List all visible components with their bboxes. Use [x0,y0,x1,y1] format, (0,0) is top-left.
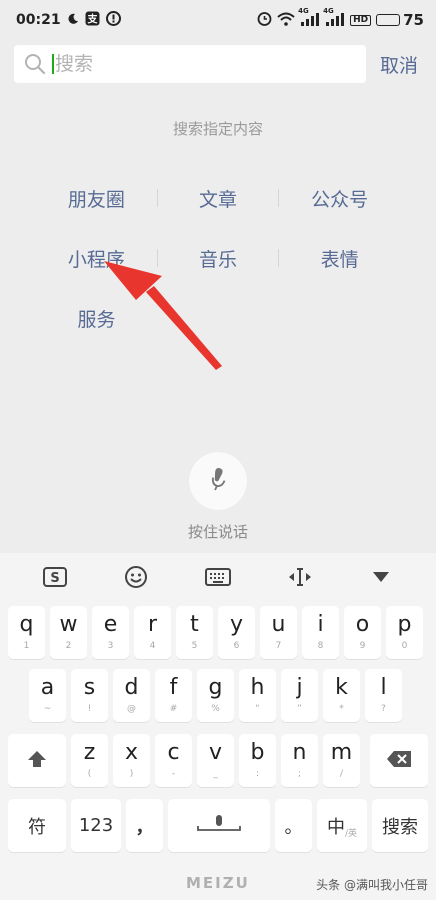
wifi-icon [277,12,295,29]
key[interactable]: z( [71,734,108,787]
search-input[interactable] [55,53,335,75]
signal-icon: 4G [298,7,320,29]
search-scope-title: 搜索指定内容 [172,120,263,138]
key[interactable]: x) [113,734,150,787]
signal-icon: 4G [323,7,345,29]
lang-main-label: 中 [326,816,345,838]
key[interactable]: a ~ [29,669,66,722]
category-row: 服务 [36,288,400,348]
battery-icon: 75 [376,11,424,29]
emoji-icon[interactable] [116,557,156,597]
bottom-bar: MEIZU 头条 @满叫我小任哥 [0,866,436,900]
category-official-accounts[interactable]: 公众号 [279,185,400,212]
shift-key[interactable] [8,734,66,787]
key[interactable]: y6 [218,606,255,659]
svg-text:支: 支 [86,13,98,26]
moon-icon [67,13,79,28]
key[interactable]: t5 [176,606,213,659]
key[interactable]: w2 [50,606,87,659]
key[interactable]: m / [323,734,360,787]
backspace-icon [386,750,412,772]
category-mini-programs[interactable]: 小程序 [36,245,157,272]
category-row: 小程序 音乐 表情 [36,228,400,288]
notification-icon [105,11,121,29]
watermark: 头条 @满叫我小任哥 [316,878,428,892]
symbol-key[interactable]: 符 [8,799,66,852]
collapse-icon[interactable] [361,557,401,597]
alarm-icon [257,11,272,29]
sogou-icon[interactable]: S [35,557,75,597]
key[interactable]: p0 [386,606,423,659]
cursor-icon[interactable] [280,557,320,597]
numbers-key[interactable]: 123 [71,799,121,852]
search-icon [24,53,46,75]
category-articles[interactable]: 文章 [158,185,279,212]
key[interactable]: c- [155,734,192,787]
lang-sub-label: /英 [344,828,358,839]
voice-input-button[interactable] [189,452,247,510]
backspace-key[interactable] [370,734,428,787]
key[interactable]: f # [155,669,192,722]
microphone-icon [207,466,229,496]
cancel-button[interactable]: 取消 [380,51,418,78]
microphone-icon [196,814,242,838]
key[interactable]: q1 [8,606,45,659]
clock: 00:21 [16,12,61,28]
battery-level: 75 [403,11,424,29]
category-row: 朋友圈 文章 公众号 [36,168,400,228]
period-key[interactable]: 。 [275,799,312,852]
alipay-icon: 支 [85,11,100,29]
network-label: 4G [323,6,334,15]
text-cursor [52,54,54,74]
key[interactable]: u7 [260,606,297,659]
key[interactable]: d @ [113,669,150,722]
key[interactable]: j” [281,669,318,722]
key[interactable]: v _ [197,734,234,787]
search-category-grid: 朋友圈 文章 公众号 小程序 音乐 表情 服务 [36,168,400,348]
search-key[interactable]: 搜索 [372,799,428,852]
key[interactable]: r4 [134,606,171,659]
space-key[interactable] [168,799,270,852]
hd-icon: HD [350,14,372,26]
category-stickers[interactable]: 表情 [279,245,400,272]
key[interactable]: s! [71,669,108,722]
status-bar: 00:21 支 4G 4G HD 75 [0,0,436,40]
category-moments[interactable]: 朋友圈 [36,185,157,212]
key[interactable]: e3 [92,606,129,659]
key[interactable]: h “ [239,669,276,722]
keyboard-toolbar: S [0,553,436,601]
key[interactable]: o9 [344,606,381,659]
comma-key[interactable]: ， [126,799,163,852]
search-box[interactable] [14,45,366,83]
category-services[interactable]: 服务 [36,305,157,332]
shift-icon [27,750,47,772]
svg-text:S: S [50,571,59,586]
language-switch-key[interactable]: 中 /英 [317,799,367,852]
key[interactable]: i8 [302,606,339,659]
key[interactable]: l? [365,669,402,722]
network-label: 4G [298,6,309,15]
category-music[interactable]: 音乐 [158,245,279,272]
key[interactable]: b: [239,734,276,787]
search-row: 取消 [14,44,426,84]
keyboard-icon[interactable] [198,557,238,597]
voice-label: 按住说话 [187,523,248,541]
key[interactable]: n; [281,734,318,787]
keyboard: S q1 w2 e3 r4 t5 y6 u7 i8 o9 p0 a ~ s! d @… [0,553,436,900]
key[interactable]: g% [197,669,234,722]
key[interactable]: k * [323,669,360,722]
brand-logo: MEIZU [186,874,250,892]
